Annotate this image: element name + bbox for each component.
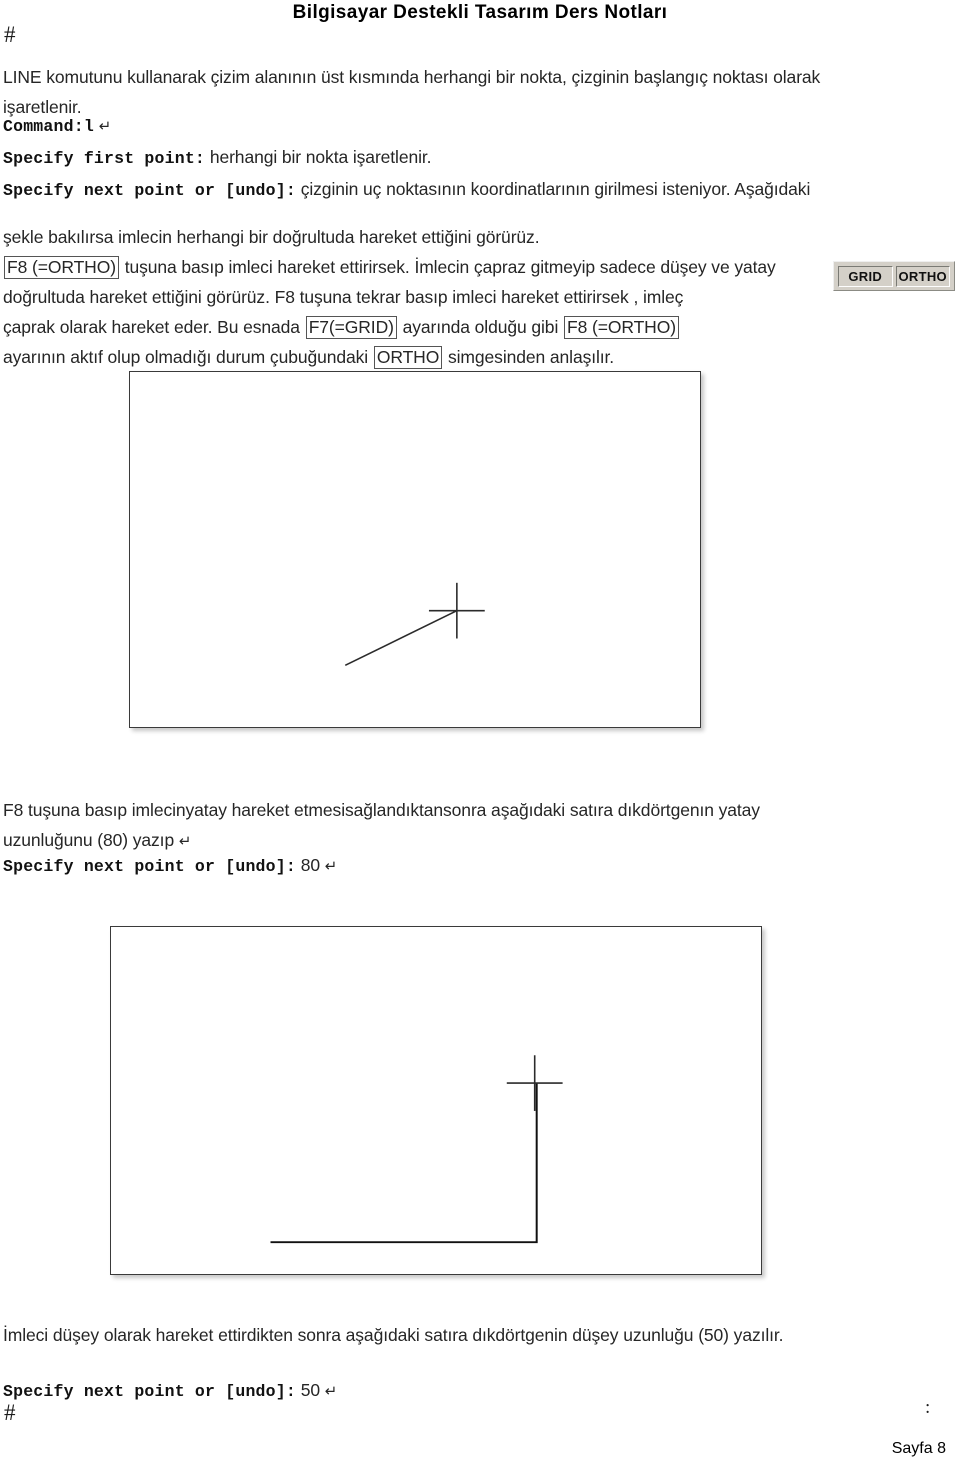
return-glyph-middle: ↵ (178, 832, 192, 850)
document-page: Bilgisayar Destekli Tasarım Ders Notları… (0, 0, 960, 1473)
paragraph-body: şekle bakılırsa imlecin herhangi bir doğ… (3, 222, 821, 372)
first-point-line: Specify first point: herhangi bir nokta … (3, 142, 943, 174)
command-prompt-line: Command:l ↵ (3, 110, 943, 142)
intro-line-1: LINE komutunu kullanarak çizim alanının … (3, 67, 821, 87)
cad-drawing-diagonal (344, 582, 485, 667)
hash-marker-bottom: # (4, 1400, 16, 1425)
command-prompt: Command:l (3, 117, 94, 136)
cad-canvas-diagonal (129, 371, 701, 728)
command-50-value: 50 (300, 1380, 320, 1400)
command-transcript: Command:l ↵ Specify first point: herhang… (3, 110, 943, 206)
middle-line-1: F8 tuşuna basıp imlecinyatay hareket etm… (3, 800, 760, 820)
middle-line-2-text: uzunluğunu (80) yazıp (3, 830, 175, 850)
body-line-5-text-b: simgesinden anlaşılır. (447, 347, 615, 367)
crosshair-cursor-icon (428, 582, 485, 639)
command-line-50: Specify next point or [undo]: 50 ↵ (3, 1375, 337, 1407)
page-title: Bilgisayar Destekli Tasarım Ders Notları (292, 2, 668, 23)
body-line-2: F8 (=ORTHO) tuşuna basıp imleci hareket … (3, 252, 821, 282)
rubber-band-line (344, 609, 458, 667)
first-point-text: herhangi bir nokta işaretlenir. (209, 147, 432, 167)
body-line-4-text-b: ayarında olduğu gibi (402, 317, 559, 337)
status-bar-widget: GRID ORTHO (833, 261, 955, 291)
next-point-label: Specify next point or [undo]: (3, 181, 296, 200)
next-point-line: Specify next point or [undo]: çizginin u… (3, 174, 943, 206)
return-glyph-80: ↵ (324, 857, 338, 875)
body-line-2-text: tuşuna basıp imleci hareket ettirirsek. … (124, 257, 776, 277)
page-number: Sayfa 8 (891, 1440, 946, 1457)
body-line-4-text-a: çaprak olarak hareket eder. Bu esnada (3, 317, 300, 337)
key-box-f7-grid: F7(=GRID) (305, 316, 397, 339)
status-button-ortho[interactable]: ORTHO (895, 265, 950, 287)
colon-marker: : (925, 1397, 931, 1418)
command-line-80: Specify next point or [undo]: 80 ↵ (3, 850, 337, 882)
body-line-1: şekle bakılırsa imlecin herhangi bir doğ… (3, 227, 540, 247)
key-box-f8-ortho-b: F8 (=ORTHO) (564, 316, 679, 339)
first-point-label: Specify first point: (3, 149, 206, 168)
next-point-text: çizginin uç noktasının koordinatlarının … (300, 179, 811, 199)
command-80-value: 80 (300, 855, 320, 875)
status-button-grid[interactable]: GRID (838, 265, 893, 287)
command-80-label: Specify next point or [undo]: (3, 857, 296, 876)
orthogonal-polyline (270, 1083, 538, 1244)
return-glyph-50: ↵ (324, 1382, 338, 1400)
key-box-f8-ortho-a: F8 (=ORTHO) (4, 256, 119, 279)
hash-marker-top: # (4, 22, 16, 47)
lower-line-1: İmleci düşey olarak hareket ettirdikten … (3, 1325, 784, 1345)
paragraph-lower: İmleci düşey olarak hareket ettirdikten … (3, 1320, 933, 1350)
body-line-5: ayarının aktıf olup olmadığı durum çubuğ… (3, 342, 821, 372)
cad-drawing-orthogonal (270, 1055, 563, 1244)
body-line-5-text-a: ayarının aktıf olup olmadığı durum çubuğ… (3, 347, 369, 367)
crosshair-cursor-icon (506, 1055, 563, 1111)
body-line-4: çaprak olarak hareket eder. Bu esnada F7… (3, 312, 821, 342)
paragraph-middle: F8 tuşuna basıp imlecinyatay hareket etm… (3, 795, 903, 856)
key-box-ortho: ORTHO (373, 346, 443, 369)
cad-canvas-orthogonal (110, 926, 762, 1275)
body-line-3: doğrultuda hareket ettiğini görürüz. F8 … (3, 287, 684, 307)
command-50-label: Specify next point or [undo]: (3, 1382, 296, 1401)
return-glyph: ↵ (98, 117, 112, 135)
